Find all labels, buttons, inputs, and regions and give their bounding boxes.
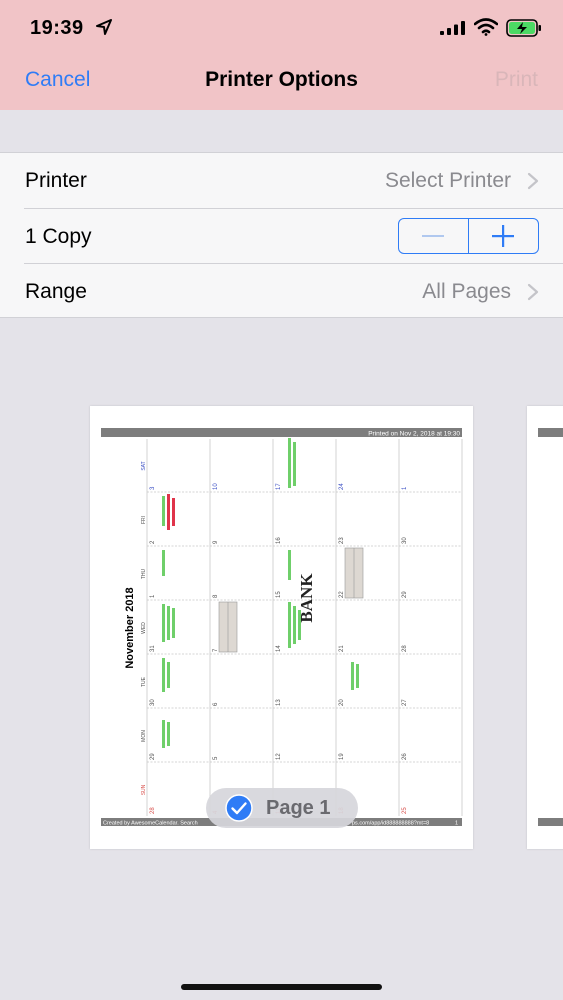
day-number: 1 <box>150 594 156 598</box>
day-number: 28 <box>402 645 408 652</box>
calendar-preview: Printed on Nov 2, 2018 at 19:30 Created … <box>101 428 463 827</box>
page-preview-2[interactable] <box>527 406 563 849</box>
day-number: 20 <box>339 699 345 706</box>
range-label: Range <box>25 280 87 303</box>
weekday-label: MON <box>141 730 147 742</box>
printed-on-text: Printed on Nov 2, 2018 at 19:30 <box>368 431 460 438</box>
day-number: 28 <box>150 807 156 814</box>
weekday-label: WED <box>141 622 147 634</box>
day-number: 13 <box>276 699 282 706</box>
home-indicator[interactable] <box>181 984 382 990</box>
range-row[interactable]: Range All Pages <box>0 264 563 319</box>
day-number: 24 <box>339 483 345 490</box>
printer-row[interactable]: Printer Select Printer <box>0 153 563 208</box>
chevron-right-icon <box>527 283 539 301</box>
day-number: 15 <box>276 591 282 598</box>
footer-left-text: Created by AwesomeCalendar. Search <box>103 821 198 827</box>
print-button[interactable]: Print <box>495 68 538 92</box>
navigation-bar: 19:39 Cancel Printer Options Print <box>0 0 563 110</box>
day-number: 16 <box>276 537 282 544</box>
day-number: 1 <box>402 486 408 490</box>
copies-label: 1 Copy <box>25 225 92 248</box>
day-number: 5 <box>213 756 219 760</box>
month-title: November 2018 <box>124 587 136 668</box>
day-number: 14 <box>276 645 282 652</box>
copies-stepper[interactable] <box>398 218 539 254</box>
chevron-right-icon <box>527 172 539 190</box>
weekday-label: SUN <box>141 784 147 795</box>
day-number: 8 <box>213 594 219 598</box>
day-number: 30 <box>150 699 156 706</box>
day-number: 29 <box>402 591 408 598</box>
day-number: 30 <box>402 537 408 544</box>
checkmark-circle-icon <box>225 794 253 822</box>
increment-copies-button[interactable] <box>469 219 539 253</box>
day-number: 25 <box>402 807 408 814</box>
day-number: 6 <box>213 702 219 706</box>
section-spacer <box>0 110 563 152</box>
day-number: 26 <box>402 753 408 760</box>
calendar-events <box>162 438 364 748</box>
day-number: 19 <box>339 753 345 760</box>
day-number: 22 <box>339 591 345 598</box>
weekday-label: SAT <box>141 461 147 470</box>
printer-options-list: Printer Select Printer 1 Copy Range All <box>0 152 563 318</box>
day-number: 2 <box>150 540 156 544</box>
printer-label: Printer <box>25 169 87 192</box>
location-arrow-icon <box>96 19 112 35</box>
battery-charging-icon <box>506 19 541 37</box>
day-number: 10 <box>213 483 219 490</box>
page-title: Printer Options <box>205 68 358 91</box>
page-preview-1[interactable]: Printed on Nov 2, 2018 at 19:30 Created … <box>90 406 473 849</box>
day-number: 17 <box>276 483 282 490</box>
page-indicator[interactable]: Page 1 <box>206 788 358 828</box>
day-number: 21 <box>339 645 345 652</box>
calendar-preview-partial <box>538 428 563 826</box>
weekday-label: TUE <box>141 676 147 687</box>
page-label: Page 1 <box>266 797 331 819</box>
day-number: 12 <box>276 753 282 760</box>
weekday-label: FRI <box>141 516 147 524</box>
day-number: 9 <box>213 540 219 544</box>
range-value: All Pages <box>422 280 511 303</box>
day-number: 31 <box>150 645 156 652</box>
day-number: 3 <box>150 486 156 490</box>
printer-value: Select Printer <box>384 169 511 192</box>
decrement-copies-button[interactable] <box>399 219 469 253</box>
wifi-icon <box>474 18 498 36</box>
day-number: 27 <box>402 699 408 706</box>
cellular-signal-icon <box>440 21 465 35</box>
plus-icon <box>492 225 515 247</box>
day-number: 23 <box>339 537 345 544</box>
status-time: 19:39 <box>30 17 84 39</box>
weekday-label: THU <box>141 568 147 579</box>
footer-right-text: ps.com/app/id888888888?mt=8 <box>352 821 429 827</box>
footer-page-number: 1 <box>455 821 458 827</box>
status-bar: 19:39 <box>0 0 563 58</box>
copies-row: 1 Copy <box>0 209 563 264</box>
day-number: 29 <box>150 753 156 760</box>
watermark-text: BANK <box>297 573 316 623</box>
day-number: 7 <box>213 648 219 652</box>
minus-icon <box>422 235 445 237</box>
